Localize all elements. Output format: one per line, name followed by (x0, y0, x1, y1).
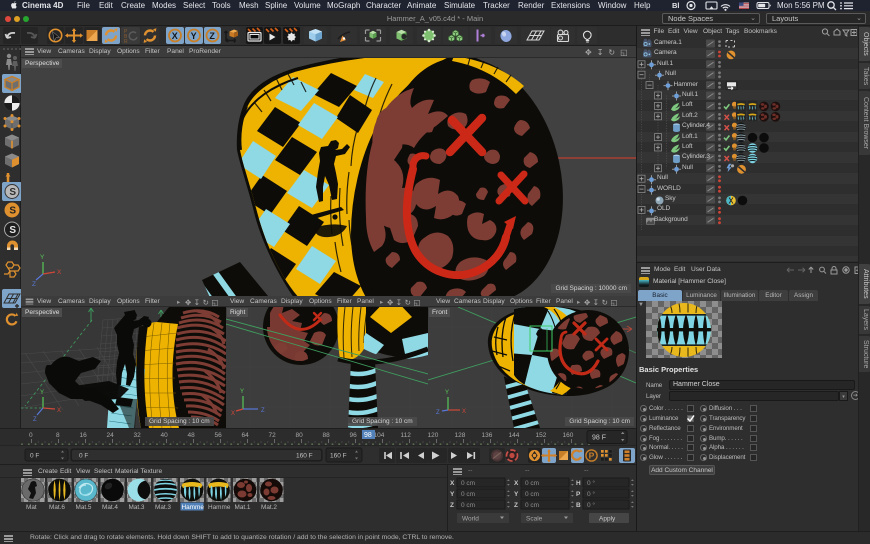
svg-text:X: X (57, 408, 61, 414)
svg-text:Z: Z (514, 502, 518, 509)
svg-text:H: H (576, 480, 581, 487)
svg-text:Y: Y (40, 390, 44, 396)
svg-text:16: 16 (80, 432, 88, 439)
svg-text:X: X (462, 409, 466, 415)
svg-text:0 F: 0 F (79, 453, 88, 460)
svg-text:88: 88 (323, 432, 331, 439)
svg-text:Mat.1: Mat.1 (235, 504, 251, 511)
svg-text:0 cm: 0 cm (525, 502, 539, 509)
svg-text:Y: Y (191, 31, 197, 41)
svg-text:X: X (231, 411, 235, 417)
svg-text:48: 48 (188, 432, 196, 439)
svg-text:Mat.6: Mat.6 (49, 504, 65, 511)
svg-text:136: 136 (482, 432, 493, 439)
svg-text:0 cm: 0 cm (461, 502, 475, 509)
svg-text:80: 80 (296, 432, 304, 439)
svg-text:40: 40 (161, 432, 169, 439)
svg-text:Z: Z (436, 410, 440, 416)
svg-text:Mat.3: Mat.3 (129, 504, 145, 511)
svg-text:8: 8 (56, 432, 60, 439)
svg-text:Y: Y (445, 390, 449, 396)
svg-text:Scale: Scale (526, 516, 543, 523)
svg-text:Y: Y (514, 491, 519, 498)
svg-text:Mat.2: Mat.2 (261, 504, 277, 511)
svg-text:X: X (172, 31, 178, 41)
svg-text:0 cm: 0 cm (461, 491, 475, 498)
svg-text:World: World (462, 516, 479, 523)
svg-text:S: S (9, 225, 16, 236)
svg-text:Z: Z (209, 31, 215, 41)
svg-text:Mat: Mat (26, 504, 37, 511)
svg-text:160 F: 160 F (330, 453, 347, 460)
svg-text:160: 160 (563, 432, 574, 439)
svg-text:Z: Z (32, 281, 36, 288)
svg-text:Apply: Apply (599, 516, 616, 523)
svg-text:0 °: 0 ° (587, 501, 595, 509)
svg-text:128: 128 (455, 432, 466, 439)
svg-text:120: 120 (428, 432, 439, 439)
svg-text:0 cm: 0 cm (461, 480, 475, 487)
svg-text:Mat.5: Mat.5 (76, 504, 92, 511)
svg-text:Mat.4: Mat.4 (102, 504, 118, 511)
svg-text:32: 32 (134, 432, 142, 439)
svg-text:0 cm: 0 cm (525, 480, 539, 487)
svg-text:144: 144 (509, 432, 520, 439)
svg-text:Z: Z (33, 417, 37, 423)
svg-text:Z: Z (261, 408, 265, 414)
svg-text:64: 64 (242, 432, 250, 439)
svg-text:Y: Y (450, 491, 455, 498)
svg-text:Hamme: Hamme (182, 504, 205, 511)
svg-text:B: B (576, 502, 581, 509)
svg-text:Bl: Bl (672, 1, 680, 10)
svg-text:Y: Y (40, 254, 45, 261)
svg-text:24: 24 (107, 432, 115, 439)
svg-text:98 F: 98 F (592, 435, 606, 442)
svg-text:Hamme: Hamme (208, 504, 231, 511)
svg-text:P: P (589, 451, 595, 461)
svg-text:112: 112 (401, 432, 412, 439)
svg-text:72: 72 (269, 432, 277, 439)
svg-text:X: X (514, 480, 519, 487)
svg-text:104: 104 (374, 432, 385, 439)
svg-text:X: X (57, 269, 62, 276)
svg-text:Z: Z (450, 502, 454, 509)
svg-text:X: X (450, 480, 455, 487)
svg-text:S: S (9, 187, 16, 198)
svg-text:96: 96 (350, 432, 358, 439)
svg-text:Mat.3: Mat.3 (155, 504, 171, 511)
svg-text:S: S (9, 206, 16, 217)
svg-text:0 °: 0 ° (587, 479, 595, 487)
svg-text:98: 98 (364, 432, 372, 439)
svg-text:56: 56 (215, 432, 223, 439)
svg-text:Y: Y (240, 389, 244, 395)
svg-text:152: 152 (536, 432, 547, 439)
svg-text:0: 0 (29, 432, 33, 439)
svg-text:0 °: 0 ° (587, 490, 595, 498)
svg-text:160 F: 160 F (296, 453, 313, 460)
svg-text:R: R (124, 39, 128, 45)
svg-text:0 F: 0 F (30, 453, 39, 460)
svg-text:P: P (576, 491, 581, 498)
svg-text:0 cm: 0 cm (525, 491, 539, 498)
